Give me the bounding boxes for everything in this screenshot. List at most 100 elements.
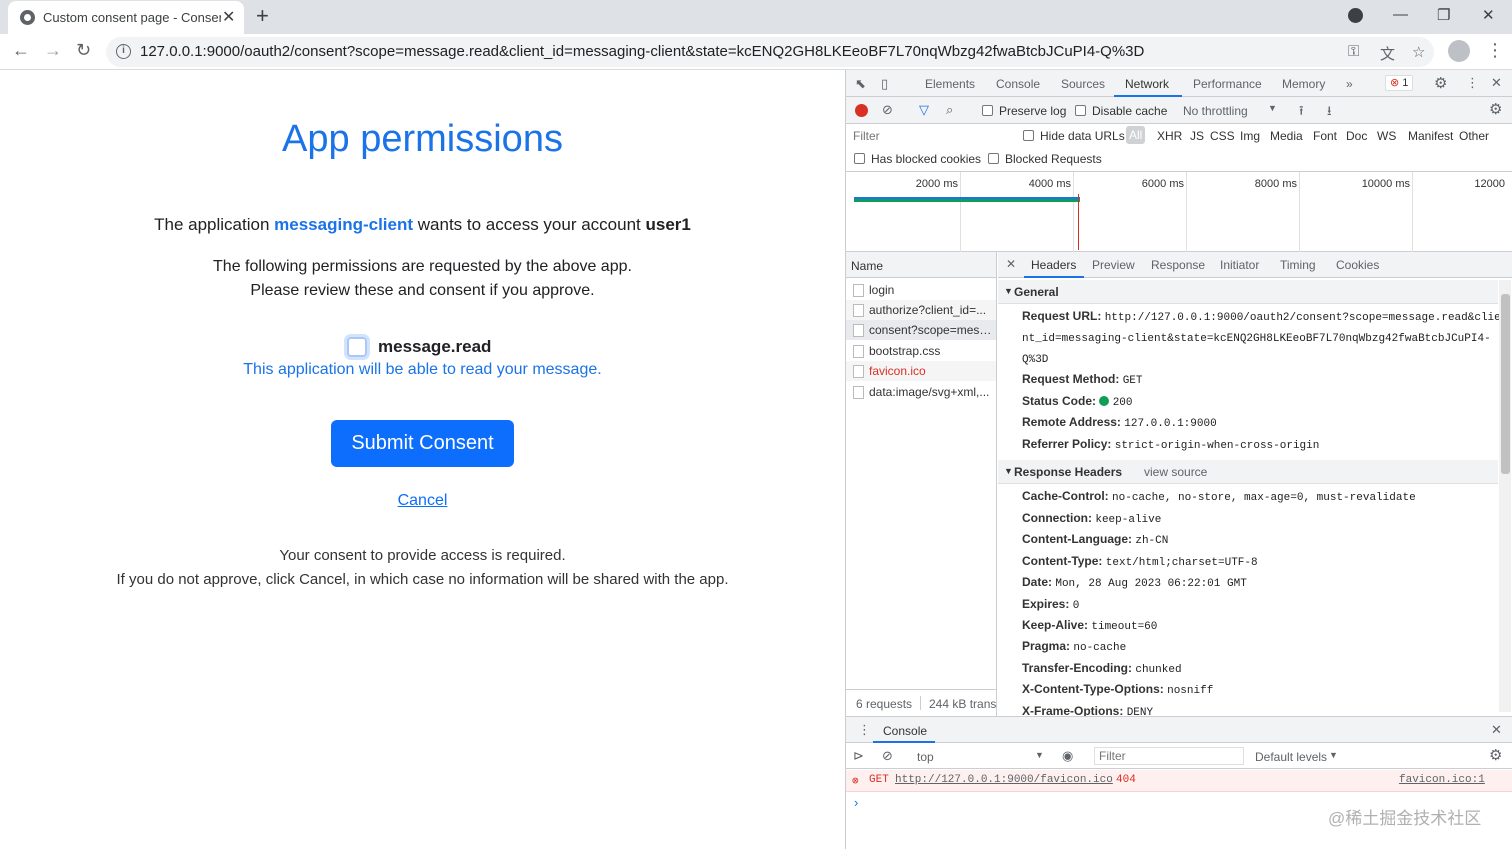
settings-gear-icon[interactable]: ⚙ bbox=[1434, 74, 1447, 92]
tab-headers[interactable]: Headers bbox=[1031, 258, 1076, 272]
error-counter[interactable]: ⊗ 1 bbox=[1385, 75, 1414, 91]
response-header-row: Date: Mon, 28 Aug 2023 06:22:01 GMT bbox=[1022, 575, 1247, 590]
tab-sources[interactable]: Sources bbox=[1061, 77, 1105, 91]
tab-timing[interactable]: Timing bbox=[1280, 258, 1316, 272]
error-url-link[interactable]: http://127.0.0.1:9000/favicon.ico bbox=[895, 774, 1113, 786]
drawer-menu-icon[interactable]: ⋮ bbox=[858, 722, 871, 738]
sidebar-toggle-icon[interactable]: ⊳ bbox=[853, 748, 864, 764]
type-filter-img[interactable]: Img bbox=[1240, 129, 1260, 143]
avatar[interactable] bbox=[1448, 40, 1470, 62]
tab-network[interactable]: Network bbox=[1125, 77, 1169, 91]
submit-consent-button[interactable]: Submit Consent bbox=[331, 420, 514, 467]
response-headers-section-header[interactable]: ▼ Response Headers view source bbox=[998, 460, 1498, 484]
more-tabs-icon[interactable]: » bbox=[1346, 77, 1353, 91]
info-icon[interactable]: i bbox=[116, 44, 131, 59]
disable-cache-label: Disable cache bbox=[1092, 104, 1168, 118]
tab-drawer-console[interactable]: Console bbox=[883, 724, 927, 738]
close-drawer-icon[interactable]: ✕ bbox=[1491, 722, 1502, 738]
has-blocked-cookies-checkbox[interactable] bbox=[854, 153, 865, 164]
tab-preview[interactable]: Preview bbox=[1092, 258, 1135, 272]
tab-memory[interactable]: Memory bbox=[1282, 77, 1325, 91]
request-row[interactable]: login bbox=[846, 280, 996, 300]
type-filter-manifest[interactable]: Manifest bbox=[1408, 129, 1453, 143]
name-column-header[interactable]: Name bbox=[846, 252, 996, 278]
clear-icon[interactable]: ⊘ bbox=[882, 102, 893, 118]
error-source-link[interactable]: favicon.ico:1 bbox=[1399, 774, 1485, 786]
maximize-icon[interactable]: ❐ bbox=[1437, 6, 1450, 24]
detail-scrollbar[interactable] bbox=[1499, 280, 1511, 712]
back-icon[interactable]: ← bbox=[12, 40, 30, 61]
import-har-icon[interactable]: ⭱ bbox=[1299, 102, 1304, 124]
console-filter-input[interactable] bbox=[1094, 747, 1244, 765]
devtools-menu-icon[interactable]: ⋮ bbox=[1466, 75, 1479, 91]
console-prompt-icon[interactable]: › bbox=[854, 795, 858, 810]
preserve-log-checkbox[interactable] bbox=[982, 105, 993, 116]
forward-icon[interactable]: → bbox=[44, 40, 62, 61]
scope-checkbox[interactable] bbox=[347, 337, 367, 357]
network-settings-icon[interactable]: ⚙ bbox=[1489, 100, 1502, 118]
close-window-icon[interactable]: ✕ bbox=[1482, 6, 1495, 24]
close-devtools-icon[interactable]: ✕ bbox=[1491, 75, 1502, 91]
close-tab-icon[interactable]: ✕ bbox=[222, 7, 235, 27]
view-source-link[interactable]: view source bbox=[1144, 465, 1207, 479]
type-filter-other[interactable]: Other bbox=[1459, 129, 1489, 143]
type-filter-css[interactable]: CSS bbox=[1210, 129, 1235, 143]
hide-data-urls-checkbox[interactable] bbox=[1023, 130, 1034, 141]
general-section-header[interactable]: ▼ General bbox=[998, 280, 1498, 304]
blocked-requests-checkbox[interactable] bbox=[988, 153, 999, 164]
clear-console-icon[interactable]: ⊘ bbox=[882, 748, 893, 764]
type-filter-media[interactable]: Media bbox=[1270, 129, 1303, 143]
address-url[interactable]: 127.0.0.1:9000/oauth2/consent?scope=mess… bbox=[140, 43, 1144, 60]
kebab-menu-icon[interactable]: ⋮ bbox=[1486, 40, 1504, 61]
address-bar[interactable]: i 127.0.0.1:9000/oauth2/consent?scope=me… bbox=[106, 37, 1434, 67]
throttling-select[interactable]: No throttling bbox=[1183, 104, 1248, 118]
device-toolbar-icon[interactable]: ▯ bbox=[881, 76, 888, 92]
star-icon[interactable]: ☆ bbox=[1412, 43, 1425, 61]
chevron-down-icon[interactable]: ▼ bbox=[1035, 750, 1044, 760]
chevron-down-icon[interactable]: ▼ bbox=[1268, 103, 1277, 113]
request-row[interactable]: data:image/svg+xml,... bbox=[846, 382, 996, 402]
key-icon[interactable]: ⚿ bbox=[1348, 43, 1359, 60]
tab-cookies[interactable]: Cookies bbox=[1336, 258, 1379, 272]
search-icon[interactable]: ⌕ bbox=[946, 102, 953, 118]
request-row-selected[interactable]: consent?scope=mess... bbox=[846, 320, 996, 340]
minimize-icon[interactable]: — bbox=[1393, 6, 1408, 23]
tab-elements[interactable]: Elements bbox=[925, 77, 975, 91]
record-icon[interactable] bbox=[855, 104, 868, 117]
translate-icon[interactable]: 文 bbox=[1380, 43, 1395, 64]
disable-cache-checkbox[interactable] bbox=[1075, 105, 1086, 116]
tab-response[interactable]: Response bbox=[1151, 258, 1205, 272]
inspect-icon[interactable]: ⬉ bbox=[855, 76, 866, 92]
new-tab-icon[interactable]: + bbox=[256, 3, 269, 29]
type-filter-ws[interactable]: WS bbox=[1377, 129, 1396, 143]
triangle-down-icon: ▼ bbox=[1004, 286, 1013, 296]
scrollbar-thumb[interactable] bbox=[1501, 294, 1510, 474]
type-filter-all[interactable]: All bbox=[1126, 126, 1146, 144]
export-har-icon[interactable]: ⭳ bbox=[1327, 102, 1332, 124]
filter-icon[interactable]: ▽ bbox=[919, 102, 929, 118]
eye-icon[interactable]: ◉ bbox=[1062, 748, 1073, 764]
request-row[interactable]: bootstrap.css bbox=[846, 341, 996, 361]
type-filter-js[interactable]: JS bbox=[1190, 129, 1204, 143]
status-ok-icon bbox=[1099, 396, 1110, 406]
close-detail-icon[interactable]: ✕ bbox=[1006, 257, 1016, 271]
browser-tab-strip: Custom consent page - Consent ✕ + — ❐ ✕ bbox=[0, 0, 1512, 34]
request-row-error[interactable]: favicon.ico bbox=[846, 361, 996, 381]
log-levels-select[interactable]: Default levels bbox=[1255, 750, 1327, 764]
reload-icon[interactable]: ↻ bbox=[76, 40, 91, 61]
tab-initiator[interactable]: Initiator bbox=[1220, 258, 1259, 272]
chevron-down-icon[interactable]: ▼ bbox=[1329, 750, 1338, 760]
type-filter-font[interactable]: Font bbox=[1313, 129, 1337, 143]
browser-tab[interactable]: Custom consent page - Consent ✕ bbox=[8, 1, 244, 34]
console-error-message: ⊗ GET http://127.0.0.1:9000/favicon.ico … bbox=[846, 770, 1512, 792]
tab-performance[interactable]: Performance bbox=[1193, 77, 1262, 91]
type-filter-doc[interactable]: Doc bbox=[1346, 129, 1367, 143]
filter-input[interactable] bbox=[850, 127, 1010, 145]
context-select[interactable]: top bbox=[917, 750, 934, 764]
request-row[interactable]: authorize?client_id=... bbox=[846, 300, 996, 320]
network-overview-timeline[interactable]: 2000 ms 4000 ms 6000 ms 8000 ms 10000 ms… bbox=[846, 172, 1512, 252]
tab-console[interactable]: Console bbox=[996, 77, 1040, 91]
profile-menu-icon[interactable] bbox=[1348, 8, 1363, 23]
type-filter-xhr[interactable]: XHR bbox=[1157, 129, 1182, 143]
console-settings-icon[interactable]: ⚙ bbox=[1489, 746, 1502, 764]
